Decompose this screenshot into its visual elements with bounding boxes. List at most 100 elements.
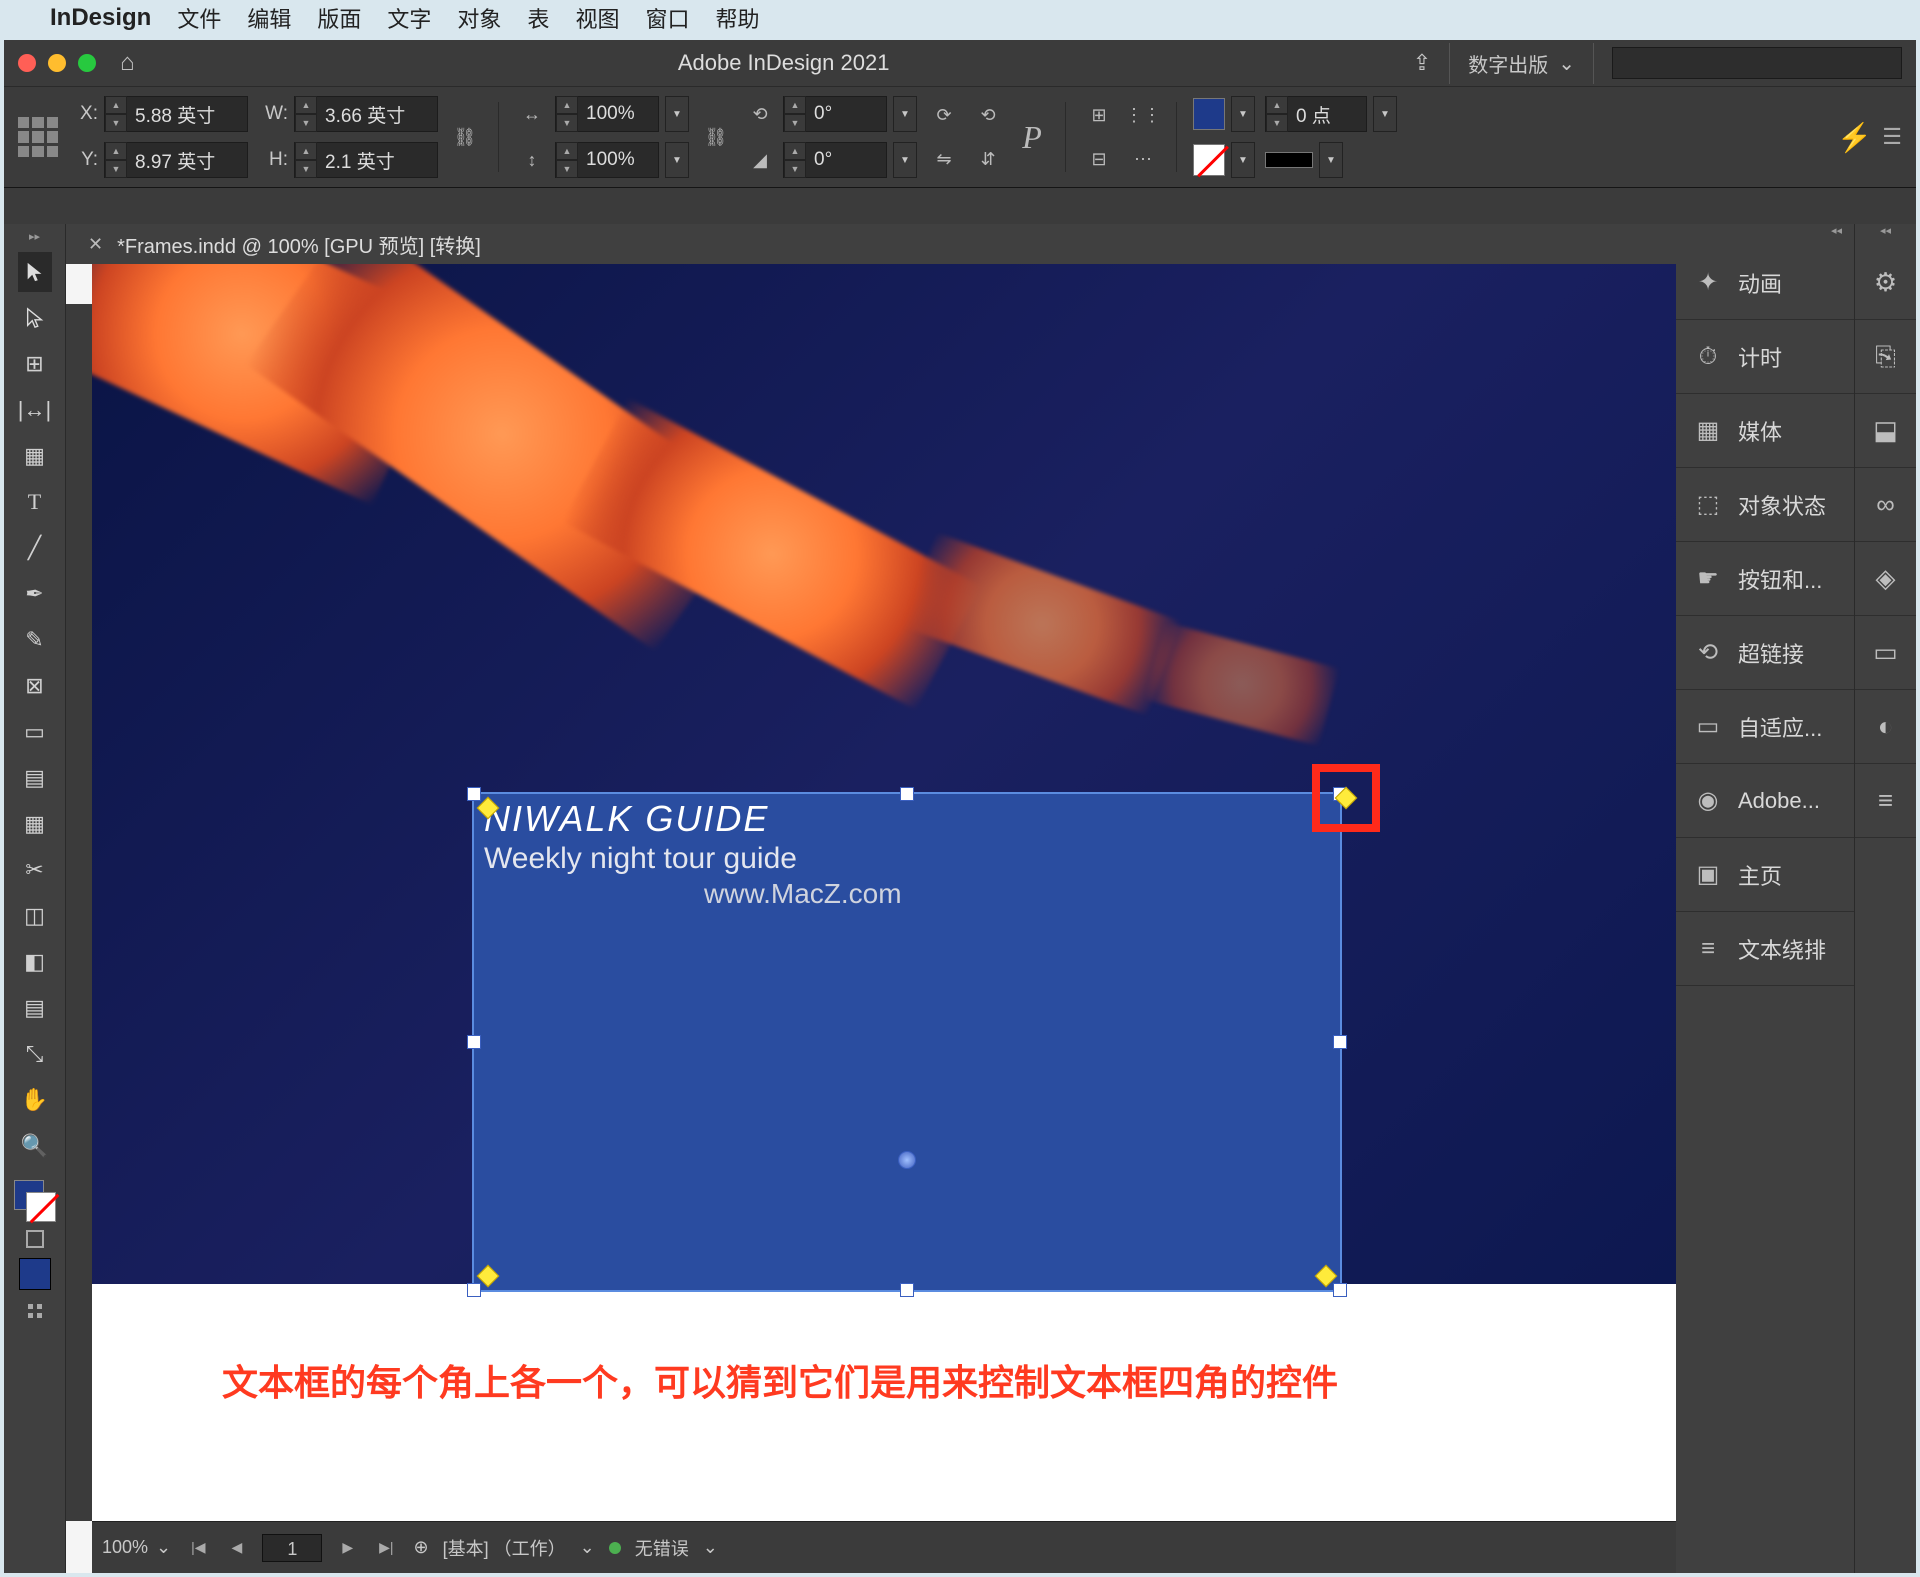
home-icon[interactable]: ⌂ (120, 49, 135, 77)
link-scale-icon[interactable]: ⛓ (699, 120, 733, 154)
color-proxy[interactable] (14, 1180, 56, 1222)
shear-dropdown[interactable]: ▼ (893, 142, 917, 178)
type-tool[interactable]: T (18, 482, 52, 522)
align-selection-icon[interactable]: ⊟ (1082, 142, 1116, 176)
eyedropper-tool[interactable]: ⤡ (18, 1034, 52, 1074)
scale-x-input[interactable]: ▲▼ (555, 96, 659, 132)
distribute-v-icon[interactable]: ⋯ (1126, 142, 1160, 176)
strip-icon-2[interactable]: ⎘ (1855, 320, 1916, 394)
scale-y-dropdown[interactable]: ▼ (665, 142, 689, 178)
panels-collapse-icon[interactable]: ◂◂ (1676, 224, 1854, 246)
share-icon[interactable]: ⇪ (1413, 50, 1431, 76)
stroke-swatch[interactable] (1193, 144, 1225, 176)
x-input[interactable]: ▲▼ (104, 96, 248, 132)
menu-type[interactable]: 文字 (387, 2, 431, 34)
rotate-cw-icon[interactable]: ⟳ (927, 98, 961, 132)
preset-dropdown-icon[interactable]: ⌄ (580, 1537, 595, 1558)
preflight-dropdown-icon[interactable]: ⌄ (703, 1537, 718, 1558)
strip-icon-5[interactable]: ◈ (1855, 542, 1916, 616)
tools-expand-icon[interactable]: ▸▸ (4, 230, 65, 252)
fill-swatch[interactable] (1193, 98, 1225, 130)
scale-y-input[interactable]: ▲▼ (555, 142, 659, 178)
panel-media[interactable]: ▦媒体 (1676, 394, 1854, 468)
pencil-tool[interactable]: ✎ (18, 620, 52, 660)
mac-menubar[interactable]: InDesign 文件 编辑 版面 文字 对象 表 视图 窗口 帮助 (0, 0, 1920, 36)
link-wh-icon[interactable]: ⛓ (448, 120, 482, 154)
clear-transform-icon[interactable]: P (1015, 120, 1049, 154)
stroke-color-proxy[interactable] (26, 1192, 56, 1222)
selected-text-frame[interactable]: NIWALK GUIDE Weekly night tour guide www… (472, 792, 1342, 1292)
formatting-container-icon[interactable] (26, 1230, 44, 1248)
control-menu-icon[interactable]: ☰ (1882, 124, 1902, 150)
zoom-level[interactable]: 100% (102, 1537, 148, 1558)
panel-buttons[interactable]: ☛按钮和... (1676, 542, 1854, 616)
resize-handle-tc[interactable] (900, 787, 914, 801)
stroke-weight-input[interactable]: ▲▼ (1265, 96, 1367, 132)
menu-file[interactable]: 文件 (177, 2, 221, 34)
stroke-style-swatch[interactable] (1265, 152, 1313, 168)
first-page-button[interactable]: |◀ (185, 1539, 211, 1556)
menu-view[interactable]: 视图 (575, 2, 619, 34)
document-tab[interactable]: ✕ *Frames.indd @ 100% [GPU 预览] [转换] (66, 224, 1676, 264)
w-input[interactable]: ▲▼ (294, 96, 438, 132)
note-tool[interactable]: ▤ (18, 988, 52, 1028)
content-grabber-icon[interactable] (898, 1151, 916, 1169)
h-input[interactable]: ▲▼ (294, 142, 438, 178)
rotate-dropdown[interactable]: ▼ (893, 96, 917, 132)
distribute-h-icon[interactable]: ⋮⋮ (1126, 98, 1160, 132)
gradient-tool[interactable]: ▤ (18, 758, 52, 798)
strip-icon-3[interactable]: ⬓ (1855, 394, 1916, 468)
direct-selection-tool[interactable] (18, 298, 52, 338)
rectangle-tool[interactable]: ▭ (18, 712, 52, 752)
search-input[interactable] (1612, 47, 1902, 79)
quick-apply-icon[interactable]: ⚡ (1837, 121, 1872, 154)
menu-layout[interactable]: 版面 (317, 2, 361, 34)
strip-icon-6[interactable]: ▭ (1855, 616, 1916, 690)
menu-object[interactable]: 对象 (457, 2, 501, 34)
line-tool[interactable]: ╱ (18, 528, 52, 568)
resize-handle-bl[interactable] (467, 1283, 481, 1297)
menu-edit[interactable]: 编辑 (247, 2, 291, 34)
flip-h-icon[interactable]: ⇋ (927, 142, 961, 176)
stroke-style-dropdown[interactable]: ▼ (1319, 142, 1343, 178)
workspace-dropdown[interactable]: 数字出版 ⌄ (1449, 43, 1594, 84)
app-menu[interactable]: InDesign (50, 4, 151, 32)
close-window-button[interactable] (18, 54, 36, 72)
preflight-label[interactable]: 无错误 (635, 1535, 689, 1561)
flip-v-icon[interactable]: ⇵ (971, 142, 1005, 176)
align-parent-icon[interactable]: ⊞ (1082, 98, 1116, 132)
fill-dropdown[interactable]: ▼ (1231, 96, 1255, 132)
free-transform-tool[interactable]: ◫ (18, 896, 52, 936)
page-tool[interactable]: ⊞ (18, 344, 52, 384)
pen-tool[interactable]: ✒ (18, 574, 52, 614)
open-nav-icon[interactable]: ⊕ (414, 1537, 429, 1558)
strip-collapse-icon[interactable]: ◂◂ (1855, 224, 1916, 246)
zoom-window-button[interactable] (78, 54, 96, 72)
minimize-window-button[interactable] (48, 54, 66, 72)
panel-hyperlinks[interactable]: ⟲超链接 (1676, 616, 1854, 690)
panel-pages[interactable]: ▣主页 (1676, 838, 1854, 912)
canvas[interactable]: NIWALK GUIDE Weekly night tour guide www… (66, 264, 1676, 1573)
last-page-button[interactable]: ▶| (373, 1539, 399, 1556)
y-input[interactable]: ▲▼ (104, 142, 248, 178)
panel-adobe[interactable]: ◉Adobe... (1676, 764, 1854, 838)
resize-handle-tl[interactable] (467, 787, 481, 801)
panel-liquid-layout[interactable]: ▭自适应... (1676, 690, 1854, 764)
strip-icon-8[interactable]: ≡ (1855, 764, 1916, 838)
prev-page-button[interactable]: ◀ (226, 1539, 249, 1556)
menu-table[interactable]: 表 (527, 2, 549, 34)
preset-label[interactable]: [基本] （工作） (443, 1535, 566, 1561)
hand-tool[interactable]: ✋ (18, 1080, 52, 1120)
stroke-weight-dropdown[interactable]: ▼ (1373, 96, 1397, 132)
stroke-dropdown[interactable]: ▼ (1231, 142, 1255, 178)
view-mode-icon[interactable] (28, 1304, 42, 1318)
gradient-swatch-tool[interactable]: ◧ (18, 942, 52, 982)
corner-control-tr[interactable] (1335, 787, 1358, 810)
gap-tool[interactable]: |↔| (18, 390, 52, 430)
close-tab-icon[interactable]: ✕ (88, 234, 103, 255)
menu-help[interactable]: 帮助 (715, 2, 759, 34)
selection-tool[interactable] (18, 252, 52, 292)
scissors-tool[interactable]: ✂ (18, 850, 52, 890)
scale-x-dropdown[interactable]: ▼ (665, 96, 689, 132)
resize-handle-mr[interactable] (1333, 1035, 1347, 1049)
